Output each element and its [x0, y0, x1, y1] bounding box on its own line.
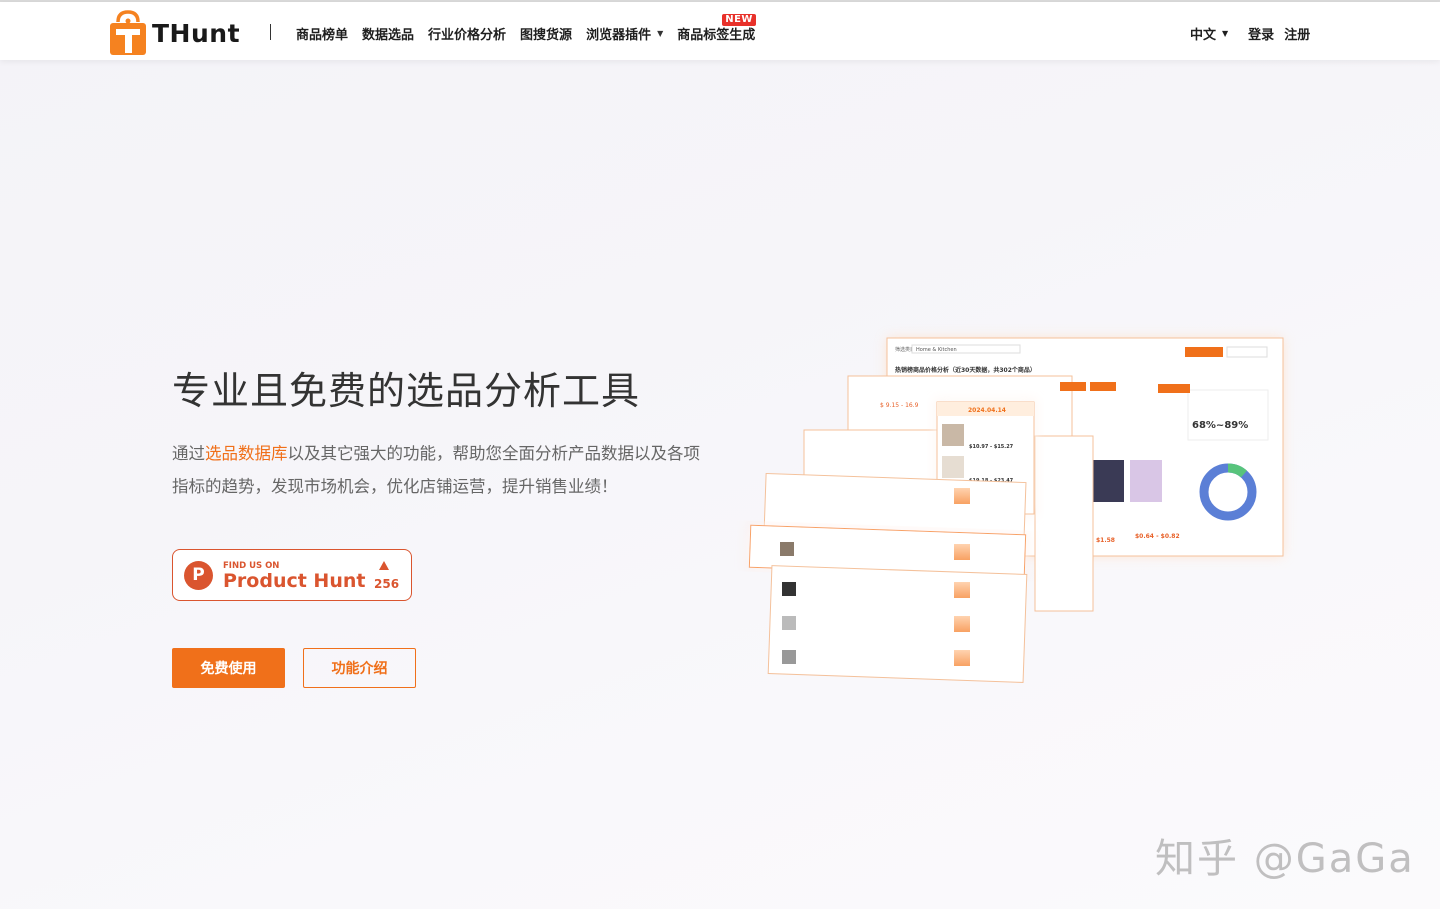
dashboard-illustration: 筛选类目: Home & Kitchen 热销榜商品价格分析（近30天数据，共3…: [748, 337, 1284, 683]
hero-title: 专业且免费的选品分析工具: [172, 369, 641, 413]
site-logo[interactable]: THunt: [108, 10, 240, 56]
nav-item-data-selection[interactable]: 数据选品: [362, 24, 414, 43]
price-tag-5: $0.64 - $0.82: [1135, 533, 1180, 540]
hero-description: 通过选品数据库以及其它强大的功能，帮助您全面分析产品数据以及各项指标的趋势，发现…: [172, 444, 700, 496]
nav-item-image-search-source[interactable]: 图搜货源: [520, 24, 572, 43]
shopping-bag-logo-icon: [110, 10, 146, 55]
category-select: Home & Kitchen: [916, 347, 957, 353]
nav-item-product-tag-generator[interactable]: NEW 商品标签生成: [677, 14, 756, 43]
nav-item-browser-extension[interactable]: 浏览器插件 ▼: [586, 24, 663, 43]
logo-text: THunt: [152, 18, 241, 48]
feature-intro-button[interactable]: 功能介绍: [303, 648, 416, 688]
product-hunt-upvote-count: 256: [374, 577, 400, 591]
percent-range: 68%~89%: [1192, 420, 1248, 431]
panel-headline: 热销榜商品价格分析（近30天数据，共302个商品）: [895, 366, 1036, 374]
language-selector[interactable]: 中文 ▼: [1190, 24, 1228, 43]
date-label: 2024.04.14: [968, 407, 1006, 414]
free-use-button[interactable]: 免费使用: [172, 648, 285, 688]
price-tag-1: $10.97 - $15.27: [969, 444, 1014, 450]
chevron-down-icon: ▼: [1222, 29, 1229, 38]
product-hunt-name: Product Hunt: [223, 570, 366, 592]
zhihu-watermark: 知乎 @GaGa: [1155, 836, 1415, 882]
register-link[interactable]: 注册: [1284, 24, 1310, 43]
header-actions: 中文 ▼ 登录 注册: [1190, 24, 1310, 43]
product-hunt-badge[interactable]: P FIND US ON Product Hunt 256: [172, 549, 412, 601]
upvote-triangle-icon: [379, 561, 389, 570]
nav-divider: [270, 24, 271, 40]
price-range: $ 9.15 - 16.9: [880, 402, 919, 409]
site-header: THunt 商品榜单 数据选品 行业价格分析 图搜货源 浏览器插件 ▼ NEW 商品…: [0, 2, 1440, 60]
new-badge: NEW: [722, 14, 756, 26]
panel-front-rows: [748, 472, 1028, 683]
main-nav: 商品榜单 数据选品 行业价格分析 图搜货源 浏览器插件 ▼ NEW 商品标签生成: [296, 14, 769, 43]
product-database-link[interactable]: 选品数据库: [205, 444, 288, 463]
chevron-down-icon: ▼: [657, 29, 664, 38]
price-tag-4: $1.58: [1096, 537, 1115, 544]
nav-item-industry-price-analysis[interactable]: 行业价格分析: [428, 24, 506, 43]
product-hunt-logo-icon: P: [184, 561, 213, 590]
login-link[interactable]: 登录: [1248, 24, 1274, 43]
nav-item-product-rankings[interactable]: 商品榜单: [296, 24, 348, 43]
